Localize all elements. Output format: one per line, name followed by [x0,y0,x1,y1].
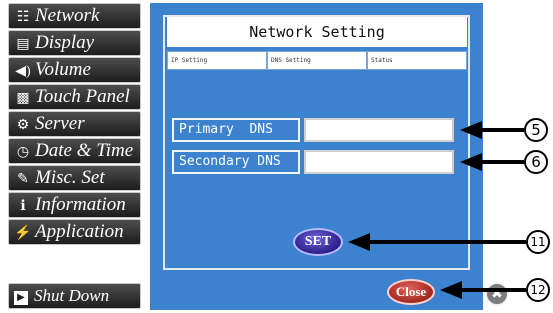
sidebar-item-information[interactable]: ℹ Information [8,192,141,218]
sidebar-item-label: Volume [35,59,91,80]
sidebar-item-label: Server [35,113,85,134]
sidebar-item-label: Date & Time [35,140,134,161]
server-icon: ⚙ [16,118,30,133]
secondary-dns-label: Secondary DNS [172,150,300,174]
sidebar-item-network[interactable]: ☷ Network [8,3,141,29]
sidebar-item-application[interactable]: ⚡ Application [8,219,141,245]
tab-dns-setting[interactable]: DNS Setting [267,51,367,70]
sidebar-item-label: Information [35,194,126,215]
network-icon: ☷ [16,10,30,25]
clock-icon: ◷ [16,145,30,160]
sidebar-item-volume[interactable]: ◀) Volume [8,57,141,83]
shutdown-label: Shut Down [34,286,110,305]
primary-dns-label: Primary DNS [172,118,300,142]
callout-5: 5 [524,118,548,142]
sidebar-item-label: Display [35,32,95,53]
tab-ip-setting[interactable]: IP Setting [167,51,267,70]
sidebar-menu: ☷ Network ▤ Display ◀) Volume ▩ Touch Panel … [0,0,143,313]
callout-12: 12 [526,278,550,302]
sidebar-item-display[interactable]: ▤ Display [8,30,141,56]
touch-panel-icon: ▩ [16,91,30,106]
display-icon: ▤ [16,37,30,52]
power-icon: ▶ [14,291,28,305]
secondary-dns-input[interactable] [304,150,454,174]
sidebar-item-label: Misc. Set [35,167,105,188]
sidebar-item-label: Touch Panel [35,86,130,107]
volume-icon: ◀) [15,64,31,79]
sidebar-item-date-time[interactable]: ◷ Date & Time [8,138,141,164]
close-icon[interactable]: ✖ [485,282,509,306]
tab-status[interactable]: Status [367,51,467,70]
sidebar-item-label: Application [35,221,124,242]
lightning-icon: ⚡ [14,226,32,241]
sidebar-item-misc-set[interactable]: ✎ Misc. Set [8,165,141,191]
callout-11: 11 [526,230,550,254]
misc-icon: ✎ [17,172,29,187]
callout-6: 6 [524,150,548,174]
shutdown-button[interactable]: ▶ Shut Down [8,283,141,309]
sidebar-item-server[interactable]: ⚙ Server [8,111,141,137]
set-button[interactable]: SET [293,228,343,256]
page-title: Network Setting [167,17,467,47]
sidebar-item-label: Network [35,5,100,26]
info-icon: ℹ [20,199,26,214]
close-button[interactable]: Close [387,279,435,305]
primary-dns-input[interactable] [304,118,454,142]
sidebar-item-touch-panel[interactable]: ▩ Touch Panel [8,84,141,110]
